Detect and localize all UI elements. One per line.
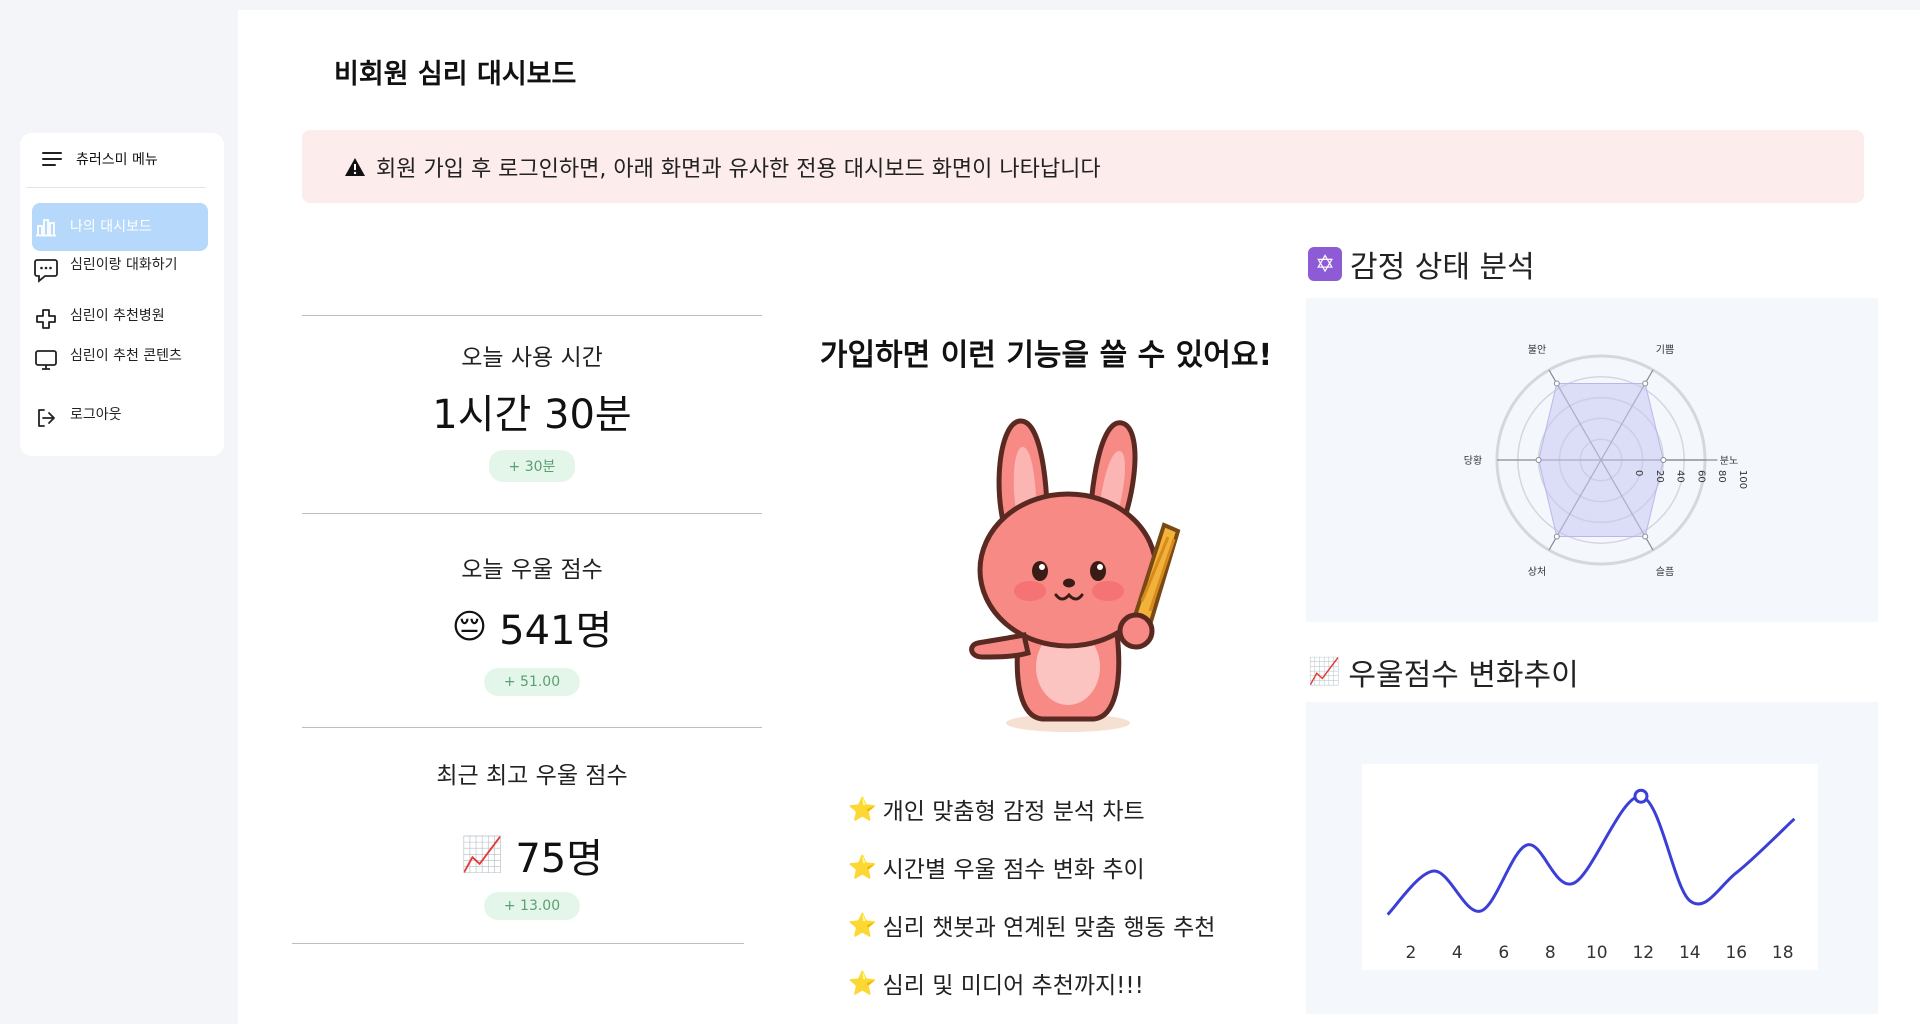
page-title: 비회원 심리 대시보드 [334, 59, 577, 90]
metric-delta: + 30분 [488, 450, 576, 482]
chart-increasing-emoji: 📈 [460, 835, 504, 875]
sidebar-item-label: 심린이랑 대화하기 [70, 257, 178, 273]
metric-value: 😔 541명 [302, 598, 762, 656]
x-tick-label: 6 [1498, 943, 1509, 963]
star-of-david-icon: ✡ [1308, 247, 1342, 281]
x-tick-label: 12 [1632, 943, 1654, 963]
feature-item: ⭐ 시간별 우울 점수 변화 추이 [848, 838, 1215, 896]
metric-delta: + 51.00 [483, 668, 581, 696]
sad-face-emoji: 😔 [451, 607, 488, 647]
feature-item: ⭐ 심리 챗봇과 연계된 맞춤 행동 추천 [848, 896, 1215, 954]
menu-header[interactable]: 츄러스미 메뉴 [42, 149, 158, 169]
trend-highlight-point [1633, 788, 1649, 804]
feature-text: 심리 및 미디어 추천까지!!! [882, 973, 1144, 999]
trend-line-chart: 2 4 6 8 10 12 14 16 18 [1362, 764, 1818, 970]
bar-chart-icon [32, 217, 60, 237]
sidebar-item-contents[interactable]: 심린이 추천 콘텐츠 [32, 346, 208, 372]
signup-alert: 회원 가입 후 로그인하면, 아래 화면과 유사한 전용 대시보드 화면이 나타… [302, 130, 1864, 203]
section-title-text: 우울점수 변화추이 [1348, 658, 1579, 693]
star-icon: ⭐ [848, 854, 877, 881]
radar-tick-label: 80 [1716, 470, 1727, 483]
trend-chart-panel: 2 4 6 8 10 12 14 16 18 [1306, 702, 1878, 1014]
metric-value-text: 75명 [515, 836, 604, 882]
chart-increasing-icon: 📈 [1308, 657, 1341, 687]
warning-icon [345, 157, 365, 176]
radar-category-label: 불안 [1528, 344, 1546, 356]
sidebar-item-dashboard[interactable]: 나의 대시보드 [32, 203, 208, 251]
radar-tick-label: 40 [1675, 470, 1686, 483]
feature-item: ⭐ 개인 맞춤형 감정 분석 차트 [848, 780, 1215, 838]
sidebar-item-label: 심린이 추천병원 [70, 308, 165, 324]
metric-value-text: 541명 [499, 608, 613, 654]
radar-category-label: 슬픔 [1656, 566, 1674, 578]
chat-bubble-icon [32, 255, 60, 283]
metric-label: 오늘 우울 점수 [461, 557, 603, 583]
menu-divider [26, 187, 206, 188]
sidebar-item-label: 심린이 추천 콘텐츠 [70, 348, 182, 364]
sidebar-item-label: 로그아웃 [70, 407, 122, 423]
section-title-text: 감정 상태 분석 [1350, 250, 1535, 285]
metric-divider [292, 943, 744, 944]
feature-text: 개인 맞춤형 감정 분석 차트 [882, 799, 1145, 825]
trend-section-title: 📈 우울점수 변화추이 [1308, 650, 1579, 694]
main-content: 비회원 심리 대시보드 회원 가입 후 로그인하면, 아래 화면과 유사한 전용… [238, 10, 1920, 1024]
hamburger-icon[interactable] [42, 151, 62, 167]
feature-item: ⭐ 심리 및 미디어 추천까지!!! [848, 954, 1215, 1012]
feature-text: 심리 챗봇과 연계된 맞춤 행동 추천 [882, 915, 1216, 941]
medical-cross-icon [32, 306, 60, 330]
x-tick-label: 2 [1405, 943, 1416, 963]
radar-point [1660, 457, 1667, 463]
menu-card: 츄러스미 메뉴 나의 대시보드 심린이랑 대화하기 심린이 추천병원 심린이 추… [20, 133, 224, 456]
promo-title: 가입하면 이런 기능을 쓸 수 있어요! [819, 338, 1273, 373]
radar-category-label: 상처 [1528, 566, 1546, 578]
metric-label: 최근 최고 우울 점수 [436, 763, 628, 789]
x-tick-label: 4 [1452, 943, 1463, 963]
menu-title: 츄러스미 메뉴 [76, 152, 158, 168]
sidebar-item-chat[interactable]: 심린이랑 대화하기 [32, 255, 208, 283]
metric-depression-score: 오늘 우울 점수 😔 541명 + 51.00 [302, 513, 762, 727]
radar-category-label: 당황 [1464, 455, 1482, 467]
radar-category-label: 기쁨 [1656, 344, 1674, 356]
star-icon: ⭐ [848, 796, 877, 823]
x-tick-label: 14 [1679, 943, 1701, 963]
radar-tick-label: 100 [1737, 470, 1748, 489]
x-tick-label: 18 [1772, 943, 1794, 963]
radar-category-label: 분노 [1720, 455, 1738, 467]
radar-point [1553, 533, 1560, 540]
x-tick-label: 10 [1586, 943, 1608, 963]
alert-text: 회원 가입 후 로그인하면, 아래 화면과 유사한 전용 대시보드 화면이 나타… [376, 156, 1101, 182]
radar-point [1535, 457, 1542, 463]
sidebar-item-hospital[interactable]: 심린이 추천병원 [32, 306, 208, 330]
feature-list: ⭐ 개인 맞춤형 감정 분석 차트 ⭐ 시간별 우울 점수 변화 추이 ⭐ 심리 챗봇… [848, 780, 1215, 1012]
x-tick-label: 8 [1545, 943, 1556, 963]
metric-label: 오늘 사용 시간 [461, 345, 603, 371]
radar-tick-label: 0 [1633, 470, 1644, 476]
metric-max-score: 최근 최고 우울 점수 📈 75명 + 13.00 [302, 727, 762, 943]
x-tick-label: 16 [1725, 943, 1747, 963]
feature-text: 시간별 우울 점수 변화 추이 [882, 857, 1145, 883]
radar-area [1538, 382, 1664, 538]
radar-point [1642, 533, 1649, 540]
radar-tick-label: 60 [1695, 470, 1706, 483]
emotion-radar-panel: 기쁨분노슬픔 상처 당황 불안 0 20 40 60 80 100 [1306, 298, 1878, 622]
radar-tick-label: 20 [1654, 470, 1665, 483]
emotion-radar-chart: 기쁨분노슬픔 상처 당황 불안 0 20 40 60 80 100 [1464, 344, 1748, 578]
metric-usage-time: 오늘 사용 시간 1시간 30분 + 30분 [302, 315, 762, 513]
monitor-icon [32, 346, 60, 372]
star-icon: ⭐ [848, 912, 877, 939]
radar-point [1553, 380, 1560, 387]
bunny-mascot-image [969, 418, 1181, 732]
sidebar-item-logout[interactable]: 로그아웃 [32, 405, 208, 429]
sidebar: 츄러스미 메뉴 나의 대시보드 심린이랑 대화하기 심린이 추천병원 심린이 추… [0, 0, 238, 1024]
metric-value: 1시간 30분 [302, 382, 762, 440]
metric-value: 📈 75명 [302, 826, 762, 884]
metrics-column: 오늘 사용 시간 1시간 30분 + 30분 오늘 우울 점수 😔 541명 +… [292, 315, 762, 944]
emotion-section-title: ✡ 감정 상태 분석 [1308, 242, 1535, 286]
metric-value-text: 1시간 30분 [432, 392, 632, 438]
star-icon: ⭐ [848, 970, 877, 997]
radar-point [1642, 380, 1649, 387]
logout-icon [32, 405, 60, 429]
sidebar-item-label: 나의 대시보드 [70, 219, 152, 235]
metric-delta: + 13.00 [483, 892, 581, 920]
